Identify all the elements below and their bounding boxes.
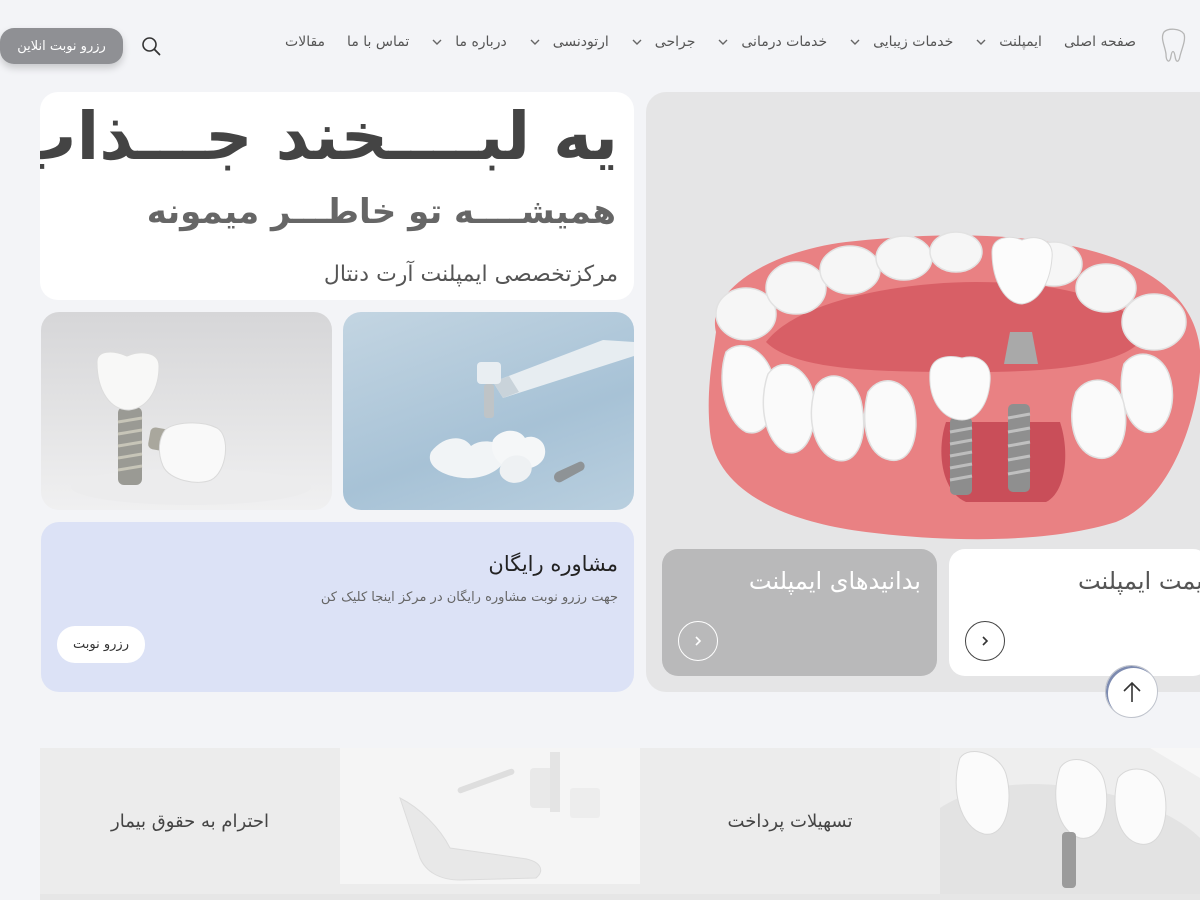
feature-image-implant [940,748,1200,894]
nav-item-label: خدمات زیبایی [873,34,954,50]
nav-item-orthodontics[interactable]: ارتودنسی [529,34,609,50]
feature-image-clinic [340,748,640,894]
implant-facts-title: بدانیدهای ایمپلنت [748,567,921,595]
tooth-logo-icon[interactable] [1160,26,1188,66]
nav-item-implant[interactable]: ایمپلنت [975,34,1042,50]
implant-model-illustration [940,748,1200,894]
dental-chair-illustration [340,748,640,894]
nav-item-surgery[interactable]: جراحی [631,34,696,50]
strip-bottom-edge [40,894,1200,900]
chevron-down-icon [530,39,540,45]
nav-item-label: خدمات درمانی [741,34,828,50]
nav-item-label: درباره ما [455,34,507,50]
consultation-description: جهت رزرو نوبت مشاوره رایگان در مرکز اینج… [320,590,618,605]
chevron-down-icon [432,39,442,45]
nav-item-label: تماس با ما [347,34,410,50]
feature-patient-rights-label: احترام به حقوق بیمار [111,810,269,832]
site-header: صفحه اصلی ایمپلنت خدمات زیبایی خدمات درم… [0,0,1200,90]
nav-item-label: مقالات [285,34,326,50]
hero-title: یه لبــــخند جـــذاب [40,98,619,175]
hero-subtitle: همیشــــه تو خاطـــر میمونه [146,192,616,232]
implant-price-title: قیمت ایمپلنت [1077,567,1200,595]
nav-item-articles[interactable]: مقالات [285,34,325,50]
chevron-down-icon [632,39,642,45]
nav-item-label: صفحه اصلی [1063,34,1136,50]
chevron-right-icon [695,636,702,646]
free-consultation-card[interactable]: مشاوره رایگان جهت رزرو نوبت مشاوره رایگا… [41,522,634,692]
nav-item-treatment[interactable]: خدمات درمانی [717,34,827,50]
feature-payment: تسهیلات پرداخت [640,748,940,894]
consultation-title: مشاوره رایگان [488,552,618,576]
hero-tagline: مرکزتخصصی ایمپلنت آرت دنتال [323,262,618,287]
nav-item-about[interactable]: درباره ما [431,34,507,50]
chevron-right-icon [982,636,989,646]
nav-item-home[interactable]: صفحه اصلی [1064,34,1136,50]
nav-item-cosmetic[interactable]: خدمات زیبایی [849,34,953,50]
implant-price-arrow-button[interactable] [965,621,1005,661]
main-nav: صفحه اصلی ایمپلنت خدمات زیبایی خدمات درم… [285,34,1136,50]
nav-item-label: ایمپلنت [999,34,1042,50]
book-online-button[interactable]: رزرو نوبت انلاین [0,28,123,64]
arrow-up-icon [1122,681,1141,702]
book-appointment-button[interactable]: رزرو نوبت [57,626,145,663]
nav-item-contact[interactable]: تماس با ما [347,34,409,50]
chevron-down-icon [718,39,728,45]
dental-tools-illustration [429,340,634,483]
nav-item-label: جراحی [654,34,696,50]
chevron-down-icon [976,39,986,45]
implant-facts-arrow-button[interactable] [678,621,718,661]
scroll-to-top-button[interactable] [1105,665,1158,718]
search-icon[interactable] [141,36,161,56]
feature-payment-label: تسهیلات پرداخت [727,810,853,832]
implant-facts-card[interactable]: بدانیدهای ایمپلنت [662,549,937,676]
nav-item-label: ارتودنسی [552,34,609,50]
implant-crown-photo [41,312,332,510]
implant-price-card[interactable]: قیمت ایمپلنت [949,549,1200,676]
hero-title-card: یه لبــــخند جـــذاب همیشــــه تو خاطـــ… [40,92,634,300]
implant-crown-illustration [71,351,311,505]
feature-patient-rights: احترام به حقوق بیمار [40,748,340,894]
dental-tools-photo [343,312,634,510]
features-strip: تسهیلات پرداخت احترام به حقوق بیمار [40,748,1200,896]
chevron-down-icon [850,39,860,45]
